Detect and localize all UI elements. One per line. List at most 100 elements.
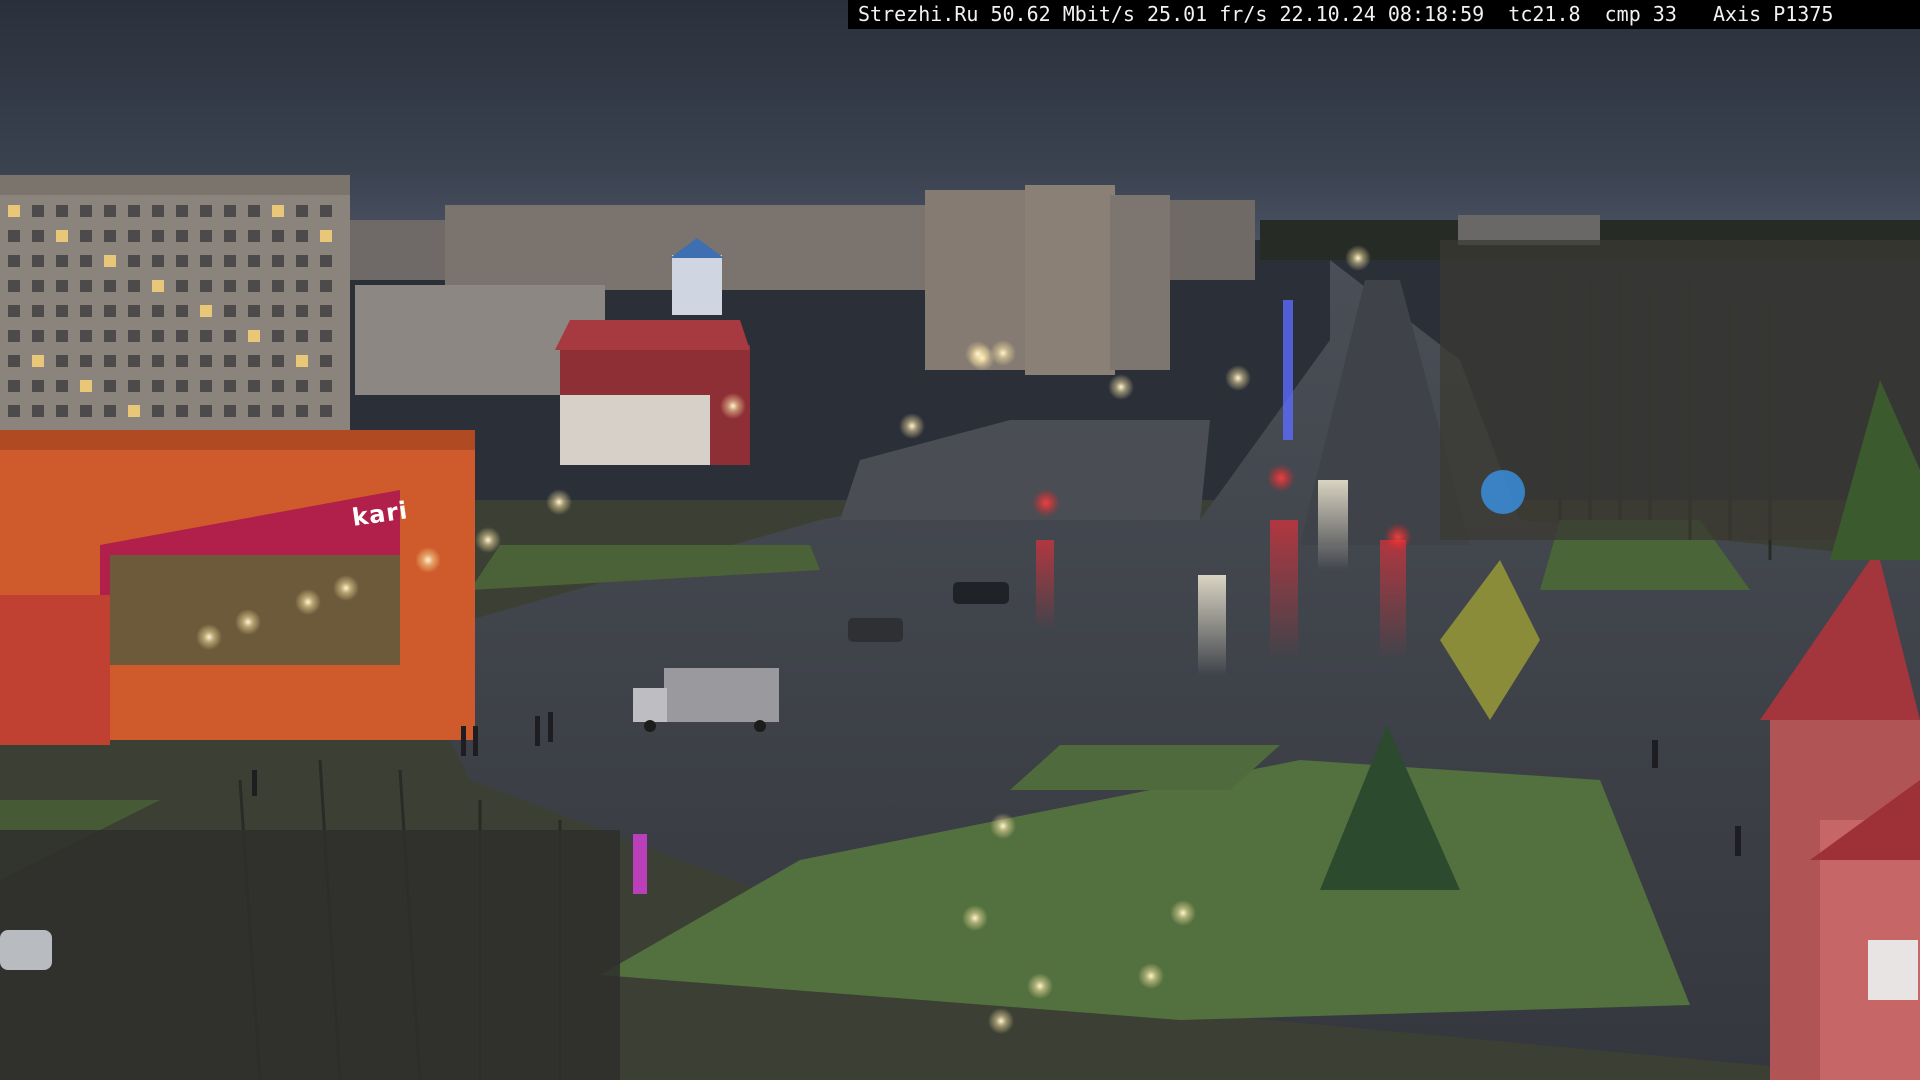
- apartment-window: [56, 305, 68, 317]
- apartment-window: [320, 230, 332, 242]
- apartment-window: [128, 330, 140, 342]
- apartment-window: [104, 330, 116, 342]
- apartment-window: [152, 305, 164, 317]
- apartment-window: [128, 380, 140, 392]
- apartment-window: [104, 305, 116, 317]
- apartment-window: [224, 255, 236, 267]
- apartment-window: [176, 280, 188, 292]
- apartment-window: [200, 380, 212, 392]
- apartment-window: [8, 380, 20, 392]
- red-reflection-3: [1380, 540, 1406, 660]
- apartment-window: [80, 230, 92, 242]
- apartment-window: [32, 330, 44, 342]
- apartment-window: [296, 305, 308, 317]
- apartment-window: [296, 280, 308, 292]
- festive-lights-column: [1283, 300, 1293, 440]
- left-forest-mass: [0, 830, 620, 1080]
- street-lamp-glow: [1027, 973, 1053, 999]
- apartment-window: [80, 355, 92, 367]
- apartment-window: [176, 205, 188, 217]
- apartment-window: [104, 230, 116, 242]
- apartment-window: [104, 355, 116, 367]
- apartment-window: [32, 280, 44, 292]
- apartment-window: [224, 380, 236, 392]
- apartment-window: [8, 355, 20, 367]
- apartment-window: [248, 280, 260, 292]
- festive-palm-tree: [1481, 470, 1525, 514]
- red-reflection-1: [1036, 540, 1054, 630]
- apartment-window: [224, 355, 236, 367]
- apartment-window: [152, 380, 164, 392]
- apartment-window: [8, 255, 20, 267]
- apartment-window: [176, 255, 188, 267]
- osd-cmp: cmp 33: [1604, 2, 1677, 26]
- apartment-window: [296, 255, 308, 267]
- traffic-light-3: [1384, 523, 1412, 551]
- apartment-window: [32, 205, 44, 217]
- red-reflection-2: [1270, 520, 1298, 660]
- apartment-window: [176, 330, 188, 342]
- red-roof: [555, 320, 750, 350]
- apartment-window: [80, 405, 92, 417]
- apartment-window: [320, 405, 332, 417]
- osd-date: 22.10.24: [1279, 2, 1376, 26]
- osd-site: Strezhi.Ru: [858, 2, 979, 26]
- apartment-window: [224, 280, 236, 292]
- apartment-window: [248, 205, 260, 217]
- apartment-window: [128, 405, 140, 417]
- town-square: [840, 420, 1210, 520]
- kari-store-building: [0, 430, 475, 745]
- apartment-window: [80, 305, 92, 317]
- apartment-window: [128, 280, 140, 292]
- apartment-window: [296, 330, 308, 342]
- apartment-window: [200, 405, 212, 417]
- apartment-window: [152, 330, 164, 342]
- apartment-window: [296, 355, 308, 367]
- apartment-window: [80, 330, 92, 342]
- apartment-window: [128, 255, 140, 267]
- osd-time: 08:18:59: [1387, 2, 1485, 26]
- parked-car-left: [0, 930, 52, 970]
- apartment-window: [32, 355, 44, 367]
- dark-car-1: [953, 582, 1009, 604]
- apartment-window: [296, 205, 308, 217]
- camera-osd-overlay: Strezhi.Ru 50.62 Mbit/s 25.01 fr/s 22.10…: [848, 0, 1920, 29]
- apartment-window: [56, 330, 68, 342]
- street-lamp-glow: [990, 813, 1016, 839]
- apartment-window: [224, 305, 236, 317]
- street-lamp-glow: [196, 624, 222, 650]
- apartment-window: [296, 380, 308, 392]
- apartment-window: [176, 405, 188, 417]
- apartment-window: [56, 280, 68, 292]
- street-lamp-glow: [546, 489, 572, 515]
- white-building-lower: [560, 395, 710, 465]
- street-scene: [0, 0, 1920, 1080]
- street-lamp-glow: [295, 589, 321, 615]
- apartment-window: [8, 230, 20, 242]
- apartment-window: [80, 205, 92, 217]
- apartment-window: [248, 330, 260, 342]
- blue-tower: [672, 255, 722, 315]
- apartment-window: [32, 305, 44, 317]
- apartment-window: [152, 205, 164, 217]
- apartment-window: [296, 230, 308, 242]
- apartment-window: [248, 380, 260, 392]
- apartment-window: [152, 280, 164, 292]
- street-lamp-glow: [1345, 245, 1371, 271]
- apartment-window: [248, 230, 260, 242]
- apartment-window: [200, 255, 212, 267]
- festive-lights-sign: [633, 834, 647, 894]
- apartment-window: [272, 330, 284, 342]
- street-lamp-glow: [990, 340, 1016, 366]
- apartment-window: [104, 255, 116, 267]
- dark-car-2: [848, 618, 903, 642]
- apartment-window: [32, 255, 44, 267]
- apartment-window: [224, 330, 236, 342]
- apartment-window: [56, 355, 68, 367]
- apartment-window: [104, 380, 116, 392]
- apartment-window: [32, 380, 44, 392]
- apartment-window: [248, 355, 260, 367]
- apartment-window: [320, 205, 332, 217]
- apartment-window: [200, 280, 212, 292]
- street-lamp-glow: [720, 393, 746, 419]
